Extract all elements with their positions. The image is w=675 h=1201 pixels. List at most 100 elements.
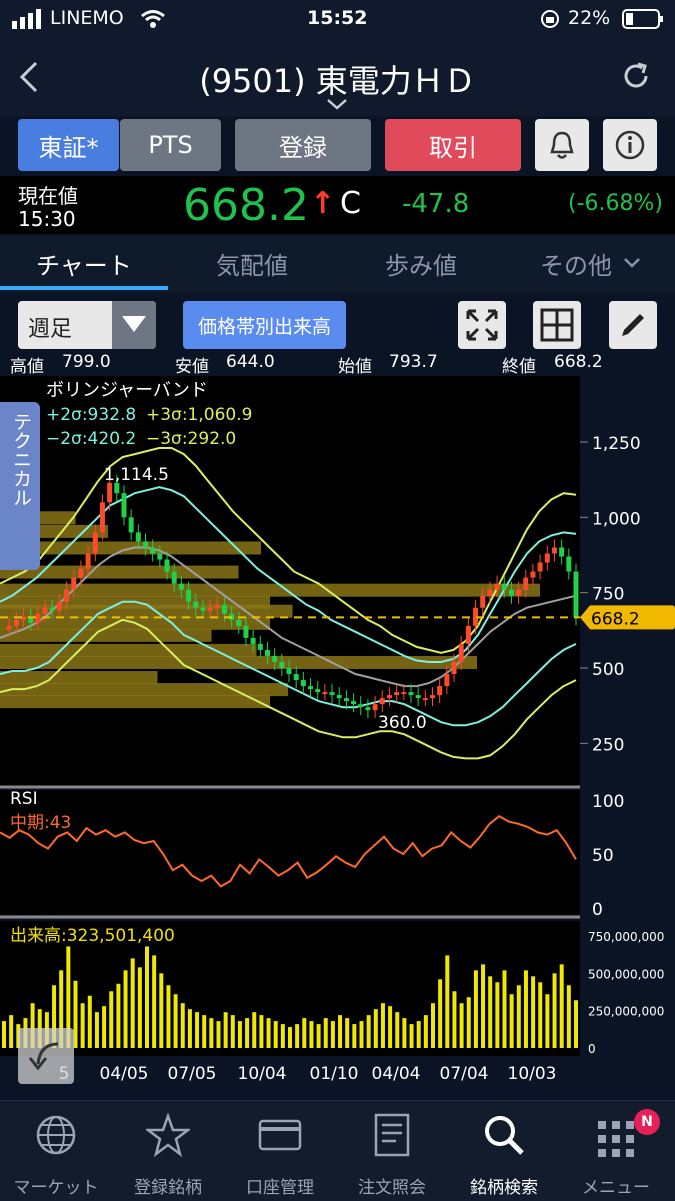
volume-bar xyxy=(280,1024,285,1048)
rsi-panel xyxy=(0,790,580,915)
high-value: 799.0 xyxy=(62,352,111,372)
volume-bar xyxy=(295,1024,300,1048)
tab-other[interactable]: その他 xyxy=(540,246,612,281)
candle xyxy=(336,695,342,699)
candle xyxy=(551,547,557,554)
nav-account[interactable]: 口座管理 xyxy=(224,1109,336,1198)
volume-bar xyxy=(288,1027,292,1048)
period-value: 週足 xyxy=(28,317,73,342)
volume-bar xyxy=(330,1021,335,1048)
close-flag: C xyxy=(340,186,361,221)
volume-bar xyxy=(159,973,164,1048)
nav-search[interactable]: 銘柄検索 xyxy=(448,1109,560,1198)
nav-watchlist[interactable]: 登録銘柄 xyxy=(112,1109,224,1198)
pencil-icon xyxy=(622,314,644,336)
candle xyxy=(559,547,565,557)
draw-button[interactable] xyxy=(609,301,657,349)
volume-bar xyxy=(395,1012,400,1048)
nav-market[interactable]: マーケット xyxy=(0,1109,112,1198)
bell-icon xyxy=(550,131,574,159)
tab-trades[interactable]: 歩み値 xyxy=(385,246,457,281)
stock-chart[interactable]: 1,2501,000750500250668.2ボリンジャーバンド+2σ:932… xyxy=(0,376,675,1096)
volume-bar xyxy=(545,994,550,1048)
period-select[interactable]: 週足 xyxy=(18,301,156,349)
chevron-down-icon[interactable] xyxy=(624,258,640,268)
nav-account-label: 口座管理 xyxy=(246,1178,314,1198)
high-label: 高値 xyxy=(10,357,44,377)
volume-bar xyxy=(316,1024,321,1048)
candle xyxy=(221,604,227,614)
volume-bar xyxy=(423,1015,428,1048)
volume-bar xyxy=(366,1015,371,1048)
grid-icon xyxy=(598,1121,634,1157)
candle xyxy=(358,704,364,708)
volume-bar xyxy=(473,970,478,1048)
volume-bar xyxy=(552,973,557,1048)
volume-bar xyxy=(245,1018,250,1048)
pts-button[interactable]: PTS xyxy=(120,119,221,171)
current-price: 668.2 xyxy=(183,180,309,231)
volume-bar xyxy=(438,979,443,1048)
legend-plus2sigma: +2σ:932.8 xyxy=(46,405,136,425)
candle xyxy=(394,692,400,696)
legend-plus3sigma: +3σ:1,060.9 xyxy=(146,405,252,425)
candle xyxy=(430,695,435,699)
tosho-button[interactable]: 東証* xyxy=(18,119,119,171)
volume-bar xyxy=(273,1021,278,1048)
nav-orders[interactable]: 注文照会 xyxy=(336,1109,448,1198)
volume-bar xyxy=(338,1015,343,1048)
tab-quotes[interactable]: 気配値 xyxy=(216,246,288,281)
battery-icon xyxy=(622,9,663,29)
nav-search-label: 銘柄検索 xyxy=(470,1178,538,1198)
expand-icon xyxy=(466,309,498,341)
nav-menu[interactable]: N メニュー xyxy=(560,1109,672,1198)
candle xyxy=(250,637,256,644)
candle xyxy=(13,619,19,626)
wifi-icon xyxy=(141,10,165,28)
volume-bar xyxy=(574,1000,578,1048)
candle xyxy=(451,661,457,675)
x-tick-label: 07/04 xyxy=(440,1064,489,1084)
volume-profile-button[interactable]: 価格帯別出来高 xyxy=(183,301,346,349)
volume-bar xyxy=(380,1003,385,1048)
orientation-lock-icon xyxy=(541,10,559,28)
candle xyxy=(444,674,450,687)
candle xyxy=(178,583,184,590)
volume-bar xyxy=(459,1003,464,1048)
volume-bar xyxy=(180,1003,185,1048)
x-tick-label: 04/04 xyxy=(372,1064,421,1084)
candle xyxy=(508,589,514,596)
layout-button[interactable] xyxy=(533,301,581,349)
refresh-icon[interactable] xyxy=(620,60,652,92)
volume-bar xyxy=(495,982,500,1048)
volume-bar xyxy=(431,1003,435,1048)
chevron-down-icon[interactable] xyxy=(326,98,348,110)
volume-bar xyxy=(488,976,493,1048)
fullscreen-button[interactable] xyxy=(458,301,506,349)
volume-bar xyxy=(566,985,571,1048)
candle xyxy=(293,674,299,681)
candle xyxy=(157,553,163,560)
trade-button[interactable]: 取引 xyxy=(385,119,521,171)
register-button[interactable]: 登録 xyxy=(235,119,371,171)
volume-bar xyxy=(531,976,536,1048)
volume-bar xyxy=(538,982,543,1048)
volume-bar xyxy=(388,1006,393,1048)
y-tick-label: 750 xyxy=(592,585,624,605)
info-button[interactable] xyxy=(603,119,657,171)
candle xyxy=(279,661,285,668)
volume-bar xyxy=(116,983,121,1048)
status-time: 15:52 xyxy=(307,7,368,29)
rsi-title: RSI xyxy=(10,789,38,809)
tab-chart[interactable]: チャート xyxy=(36,246,132,281)
open-value: 793.7 xyxy=(389,352,438,372)
info-icon xyxy=(615,130,645,160)
rsi-tick-label: 0 xyxy=(592,900,603,920)
annotation-low: 360.0 xyxy=(378,713,427,733)
alert-button[interactable] xyxy=(535,119,589,171)
scroll-back-button[interactable] xyxy=(18,1028,74,1084)
candle xyxy=(56,601,62,611)
technical-side-tab[interactable]: テクニカル xyxy=(0,402,40,570)
y-tick-label: 1,250 xyxy=(592,434,641,454)
grid-layout-icon xyxy=(540,308,574,342)
